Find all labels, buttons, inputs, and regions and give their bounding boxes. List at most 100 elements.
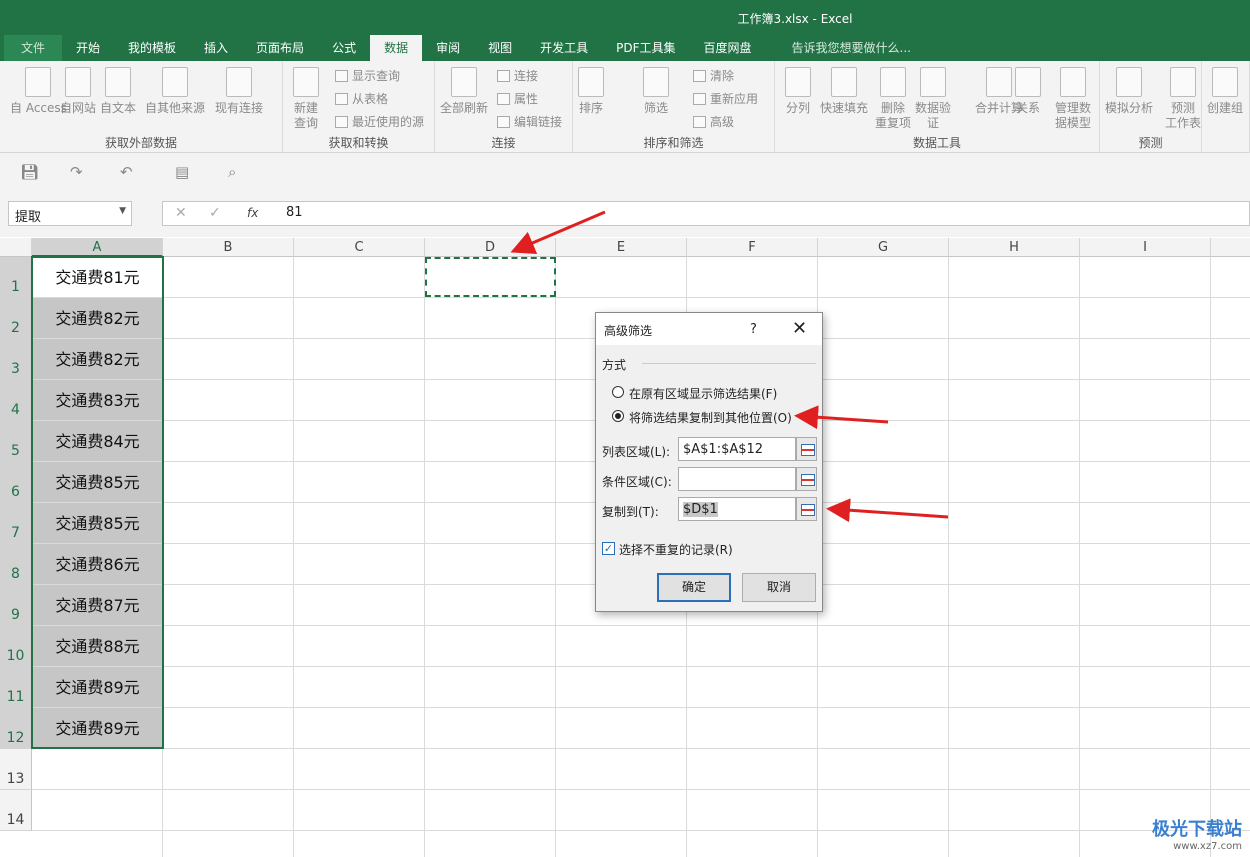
insert-function-icon[interactable]: fx — [247, 206, 258, 220]
criteria-range-input[interactable] — [678, 467, 796, 491]
help-button[interactable]: ? — [750, 322, 757, 337]
gridline — [948, 257, 949, 857]
ribbon-button-label: 分列 — [785, 101, 810, 115]
row-header[interactable]: 1 — [0, 257, 32, 298]
close-button[interactable]: ✕ — [792, 318, 807, 339]
copy-destination-marquee — [425, 257, 556, 297]
row-header[interactable]: 12 — [0, 708, 32, 749]
ribbon-button[interactable]: 管理数 据模型 — [1055, 67, 1091, 131]
tab-2[interactable]: 我的模板 — [114, 35, 190, 61]
ribbon-button-label: 筛选 — [643, 101, 668, 115]
ribbon-button[interactable]: 现有连接 — [215, 67, 263, 116]
tab-6[interactable]: 数据 — [370, 35, 423, 61]
ribbon-button[interactable]: 自 Access — [10, 67, 67, 116]
ribbon-button-icon — [785, 67, 811, 97]
radio-filter-in-place[interactable] — [612, 386, 624, 398]
ribbon-button[interactable]: 全部刷新 — [440, 67, 488, 116]
row-header[interactable]: 11 — [0, 667, 32, 708]
row-header[interactable]: 10 — [0, 626, 32, 667]
collapse-range-icon[interactable] — [796, 497, 817, 521]
row-header[interactable]: 5 — [0, 421, 32, 462]
formula-input[interactable]: ✕ ✓ fx — [162, 201, 1250, 226]
ribbon-button-label: 自网站 — [60, 101, 97, 115]
row-header[interactable]: 6 — [0, 462, 32, 503]
column-header[interactable]: A — [32, 238, 163, 257]
ribbon-button[interactable]: 快速填充 — [820, 67, 868, 116]
column-header[interactable]: F — [687, 238, 818, 257]
save-icon[interactable]: 💾︎ — [20, 163, 39, 181]
column-header[interactable]: E — [556, 238, 687, 257]
section-label: 方式 — [602, 358, 627, 372]
ribbon-small-button[interactable]: 连接 — [497, 67, 538, 84]
ribbon-button[interactable]: 分列 — [785, 67, 811, 116]
ribbon-button[interactable]: 模拟分析 — [1105, 67, 1153, 116]
ribbon-small-label: 连接 — [514, 69, 539, 83]
collapse-range-icon[interactable] — [796, 437, 817, 461]
print-preview-icon[interactable]: ▤ — [175, 163, 189, 181]
ribbon-small-button[interactable]: 最近使用的源 — [335, 113, 424, 130]
gridline — [424, 257, 425, 857]
ribbon-small-button[interactable]: 属性 — [497, 90, 538, 107]
tab-5[interactable]: 公式 — [318, 35, 370, 61]
tell-me-search[interactable]: 告诉我您想要做什么... — [778, 35, 925, 61]
tab-3[interactable]: 插入 — [190, 35, 242, 61]
column-header[interactable]: D — [425, 238, 556, 257]
column-header[interactable]: C — [294, 238, 425, 257]
cancel-button[interactable]: 取消 — [742, 573, 816, 602]
ribbon-button[interactable]: 创建组 — [1207, 67, 1243, 116]
column-header[interactable]: B — [163, 238, 294, 257]
column-header[interactable]: H — [949, 238, 1080, 257]
tab-9[interactable]: 开发工具 — [526, 35, 602, 61]
list-range-input[interactable]: $A$1:$A$12 — [678, 437, 796, 461]
ribbon-small-button[interactable]: 清除 — [693, 67, 734, 84]
ribbon-button[interactable]: 新建 查询 — [293, 67, 319, 131]
tab-11[interactable]: 百度网盘 — [690, 35, 766, 61]
chevron-down-icon[interactable]: ▼ — [119, 206, 126, 216]
ribbon-small-button[interactable]: 高级 — [693, 113, 734, 130]
tab-10[interactable]: PDF工具集 — [602, 35, 689, 61]
ribbon-small-button[interactable]: 从表格 — [335, 90, 388, 107]
row-header[interactable]: 2 — [0, 298, 32, 339]
ribbon-button[interactable]: 预测 工作表 — [1165, 67, 1201, 131]
row-header[interactable]: 7 — [0, 503, 32, 544]
ok-button[interactable]: 确定 — [657, 573, 731, 602]
column-header[interactable]: I — [1080, 238, 1211, 257]
ribbon-button[interactable]: 排序 — [578, 67, 604, 116]
column-header[interactable] — [1211, 238, 1250, 257]
collapse-range-icon[interactable] — [796, 467, 817, 491]
enter-icon[interactable]: ✓ — [209, 205, 221, 221]
ribbon-button[interactable]: 关系 — [1015, 67, 1041, 116]
undo-icon[interactable]: ↶ — [120, 163, 133, 181]
select-all-corner[interactable] — [0, 238, 32, 257]
radio-copy-to-location[interactable] — [612, 410, 624, 422]
list-range-label: 列表区域(L): — [602, 445, 671, 459]
cancel-icon[interactable]: ✕ — [175, 205, 187, 221]
ribbon-button[interactable]: 自网站 — [60, 67, 96, 116]
redo-icon[interactable]: ↷ — [70, 163, 83, 181]
unique-records-checkbox[interactable]: ✓ — [602, 542, 615, 555]
name-box[interactable]: 提取 ▼ — [8, 201, 132, 226]
copy-to-input[interactable]: $D$1 — [678, 497, 796, 521]
tab-8[interactable]: 视图 — [474, 35, 526, 61]
row-header[interactable]: 13 — [0, 749, 32, 790]
tab-7[interactable]: 审阅 — [422, 35, 474, 61]
ribbon-small-label: 最近使用的源 — [352, 115, 425, 129]
ribbon-button[interactable]: 删除 重复项 — [875, 67, 911, 131]
ribbon-button[interactable]: 数据验 证 — [915, 67, 951, 131]
row-header[interactable]: 14 — [0, 790, 32, 831]
column-header[interactable]: G — [818, 238, 949, 257]
ribbon-button[interactable]: 自其他来源 — [145, 67, 205, 116]
ribbon-small-button[interactable]: 显示查询 — [335, 67, 400, 84]
row-header[interactable]: 9 — [0, 585, 32, 626]
preview-icon[interactable]: ⌕ — [228, 163, 236, 181]
tab-0[interactable]: 文件 — [4, 35, 62, 61]
tab-1[interactable]: 开始 — [62, 35, 114, 61]
row-header[interactable]: 4 — [0, 380, 32, 421]
ribbon-button[interactable]: 自文本 — [100, 67, 136, 116]
tab-4[interactable]: 页面布局 — [242, 35, 318, 61]
ribbon-small-button[interactable]: 重新应用 — [693, 90, 758, 107]
row-header[interactable]: 3 — [0, 339, 32, 380]
ribbon-button[interactable]: 筛选 — [643, 67, 669, 116]
row-header[interactable]: 8 — [0, 544, 32, 585]
ribbon-small-button[interactable]: 编辑链接 — [497, 113, 562, 130]
